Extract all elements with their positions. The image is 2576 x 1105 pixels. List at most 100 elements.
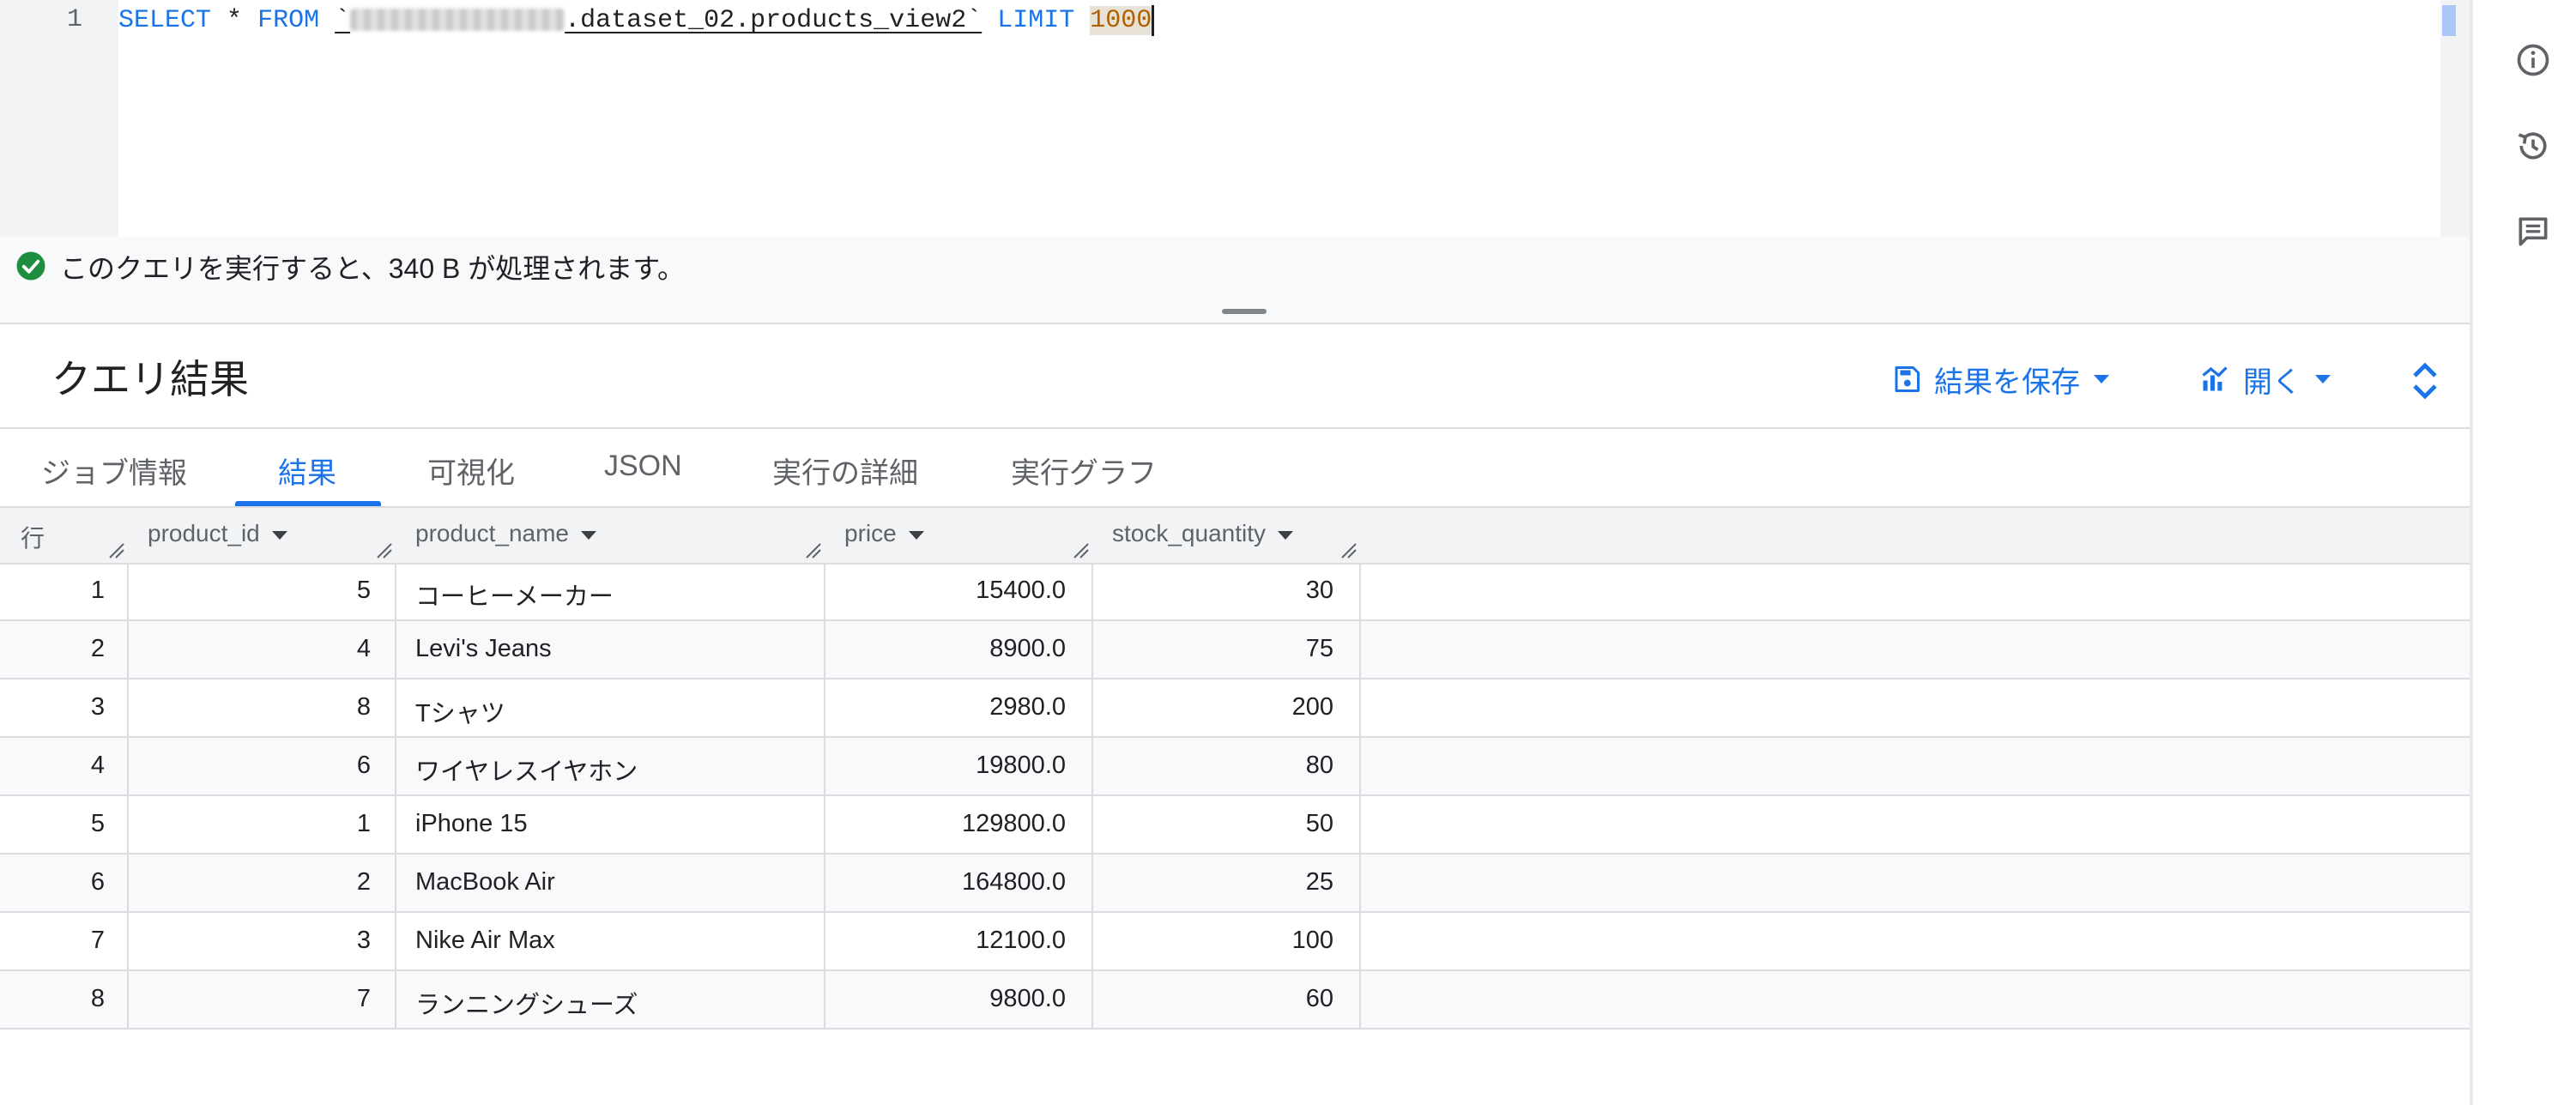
comment-icon[interactable] (2514, 213, 2552, 251)
cell-product-id: 6 (356, 752, 371, 779)
cell-price: 19800.0 (976, 752, 1066, 779)
history-icon[interactable] (2514, 127, 2552, 165)
table-ref-suffix: .dataset_02.products_view2` (565, 6, 983, 35)
column-resize-handle-icon[interactable] (106, 540, 125, 559)
cell-product-id: 4 (356, 635, 371, 662)
keyword-select: SELECT (118, 6, 212, 35)
chevron-down-icon (2315, 375, 2331, 383)
column-header-stock-quantity[interactable]: stock_quantity (1112, 520, 1293, 547)
info-icon[interactable] (2514, 41, 2552, 79)
column-divider (395, 563, 396, 1030)
cell-price: 164800.0 (962, 868, 1066, 896)
cell-stock-quantity: 100 (1291, 927, 1333, 954)
sort-caret-icon[interactable] (581, 530, 597, 540)
table-reference[interactable]: ` .dataset_02.products_view2` (335, 6, 982, 35)
table-row[interactable]: 7 3 Nike Air Max 12100.0 100 (0, 913, 2470, 971)
column-header-row[interactable]: 行 (21, 520, 45, 554)
right-side-panel (2470, 0, 2576, 1105)
cell-stock-quantity: 75 (1305, 635, 1333, 662)
column-resize-handle-icon[interactable] (1339, 540, 1358, 559)
row-number: 3 (90, 693, 105, 721)
star-token: * (227, 6, 243, 35)
cell-stock-quantity: 25 (1305, 868, 1333, 896)
panel-resize-handle[interactable] (1222, 309, 1267, 314)
keyword-from: FROM (257, 6, 320, 35)
keyword-limit: LIMIT (997, 6, 1075, 35)
chart-icon (2202, 366, 2228, 391)
check-circle-icon (16, 251, 45, 281)
results-table-body: 1 5 コーヒーメーカー 15400.0 30 2 4 Levi's Jeans… (0, 563, 2470, 1030)
save-results-label: 結果を保存 (1934, 365, 2080, 399)
divider (0, 427, 2470, 429)
editor-scroll-thumb[interactable] (2442, 5, 2456, 36)
table-row[interactable]: 3 8 Tシャツ 2980.0 200 (0, 679, 2470, 738)
open-in-button[interactable]: 開く (2198, 359, 2332, 400)
row-number: 2 (90, 635, 105, 662)
cell-product-name: Nike Air Max (415, 927, 555, 954)
sort-caret-icon[interactable] (271, 530, 287, 540)
row-number: 8 (90, 985, 105, 1012)
row-number: 4 (90, 752, 105, 779)
cell-product-name: ワイヤレスイヤホン (415, 758, 638, 786)
sql-code-line[interactable]: SELECT * FROM ` .dataset_02.products_view… (118, 5, 1155, 36)
tab-json[interactable]: JSON (604, 450, 682, 483)
cell-stock-quantity: 30 (1305, 577, 1333, 604)
cell-price: 8900.0 (989, 635, 1066, 662)
column-header-product-id[interactable]: product_id (148, 520, 287, 547)
table-row[interactable]: 4 6 ワイヤレスイヤホン 19800.0 80 (0, 738, 2470, 796)
expand-icon[interactable] (2408, 360, 2442, 402)
cell-product-name: コーヒーメーカー (415, 583, 614, 611)
column-resize-handle-icon[interactable] (1071, 540, 1090, 559)
cell-product-name: Levi's Jeans (415, 635, 552, 662)
tab-job-info[interactable]: ジョブ情報 (41, 450, 187, 492)
cell-price: 12100.0 (976, 927, 1066, 954)
cell-product-id: 1 (356, 810, 371, 837)
table-row[interactable]: 8 7 ランニングシューズ 9800.0 60 (0, 971, 2470, 1030)
cell-product-name: Tシャツ (415, 700, 505, 728)
cell-product-id: 5 (356, 577, 371, 604)
tab-execution-details[interactable]: 実行の詳細 (772, 450, 918, 492)
row-number: 7 (90, 927, 105, 954)
cell-stock-quantity: 200 (1291, 693, 1333, 721)
cell-price: 9800.0 (989, 985, 1066, 1012)
column-header-price[interactable]: price (844, 520, 924, 547)
cell-product-id: 8 (356, 693, 371, 721)
results-title: クエリ結果 (51, 357, 249, 402)
cell-stock-quantity: 60 (1305, 985, 1333, 1012)
save-icon (1895, 366, 1920, 392)
cell-price: 15400.0 (976, 577, 1066, 604)
cell-price: 129800.0 (962, 810, 1066, 837)
tab-visualization[interactable]: 可視化 (427, 450, 515, 492)
row-number: 1 (90, 577, 105, 604)
cell-stock-quantity: 80 (1305, 752, 1333, 779)
cell-product-id: 2 (356, 868, 371, 896)
column-header-product-name[interactable]: product_name (415, 520, 597, 547)
tab-results[interactable]: 結果 (278, 450, 336, 492)
redacted-project-id (350, 9, 565, 32)
column-divider (1091, 563, 1093, 1030)
cell-stock-quantity: 50 (1305, 810, 1333, 837)
cell-product-name: iPhone 15 (415, 810, 528, 837)
column-divider (127, 563, 129, 1030)
cell-product-id: 7 (356, 985, 371, 1012)
table-row[interactable]: 6 2 MacBook Air 164800.0 25 (0, 854, 2470, 913)
editor-gutter (0, 0, 118, 237)
row-number: 6 (90, 868, 105, 896)
open-label: 開く (2243, 365, 2301, 399)
table-row[interactable]: 5 1 iPhone 15 129800.0 50 (0, 796, 2470, 854)
cell-price: 2980.0 (989, 693, 1066, 721)
save-results-button[interactable]: 結果を保存 (1891, 359, 2111, 400)
sort-caret-icon[interactable] (1278, 530, 1293, 540)
divider (0, 323, 2470, 324)
column-resize-handle-icon[interactable] (374, 540, 393, 559)
cell-product-name: ランニングシューズ (415, 992, 638, 1019)
table-row[interactable]: 1 5 コーヒーメーカー 15400.0 30 (0, 563, 2470, 621)
row-number: 5 (90, 810, 105, 837)
table-row[interactable]: 2 4 Levi's Jeans 8900.0 75 (0, 621, 2470, 679)
limit-value: 1000 (1090, 6, 1152, 35)
cell-product-name: MacBook Air (415, 868, 555, 896)
column-resize-handle-icon[interactable] (803, 540, 822, 559)
sort-caret-icon[interactable] (908, 530, 924, 540)
bytes-processed-message: このクエリを実行すると、340 B が処理されます。 (60, 253, 686, 284)
tab-execution-graph[interactable]: 実行グラフ (1011, 450, 1157, 492)
